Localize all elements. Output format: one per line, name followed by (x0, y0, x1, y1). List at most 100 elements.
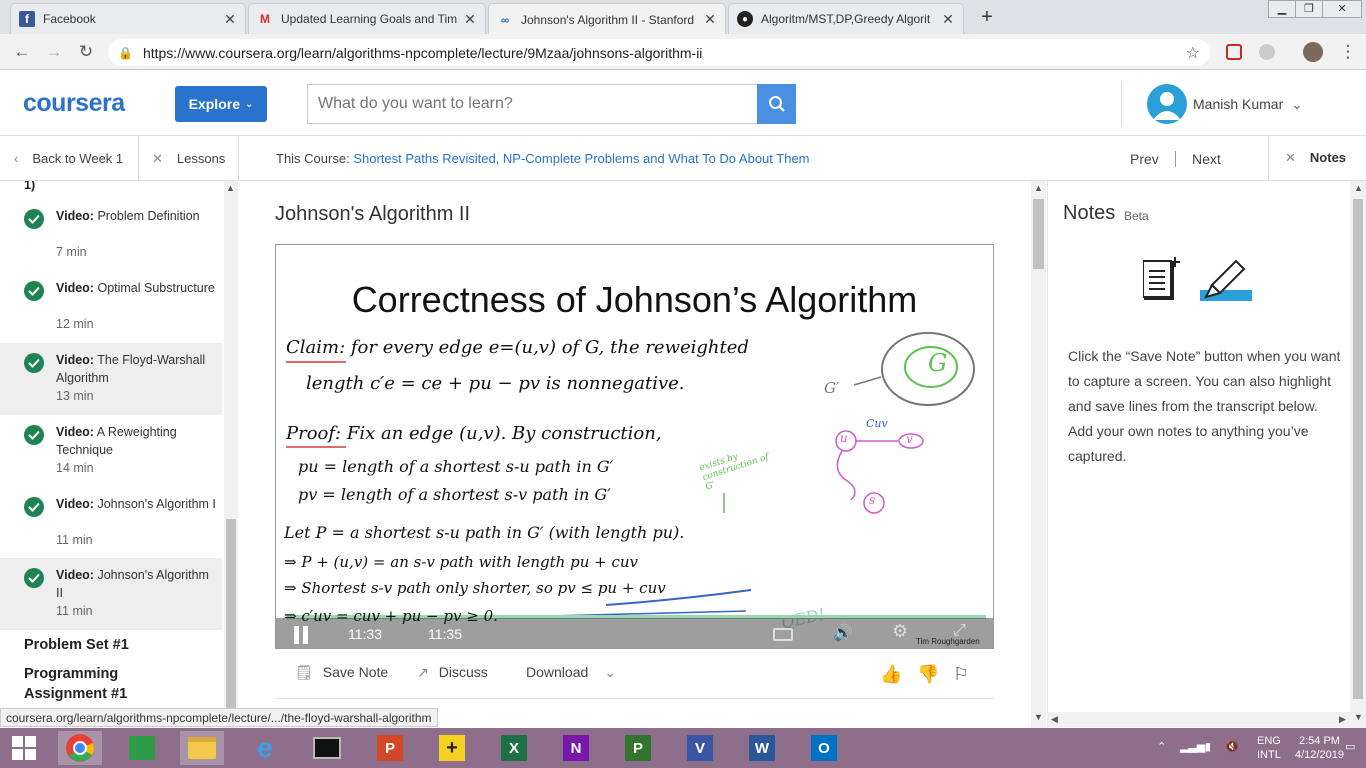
windows-start-icon[interactable] (2, 731, 46, 765)
lesson-item[interactable]: Video: Problem Definition 7 min (0, 199, 222, 271)
course-link[interactable]: Shortest Paths Revisited, NP-Complete Pr… (353, 151, 809, 166)
project-icon[interactable]: P (616, 731, 660, 765)
clock-time: 2:54 PM (1298, 735, 1340, 747)
address-bar[interactable]: 🔒 https://www.coursera.org/learn/algorit… (108, 39, 1210, 66)
reload-icon[interactable]: ↻ (74, 40, 98, 64)
thumbs-down-icon[interactable]: 👎 (917, 664, 939, 685)
scrollbar-thumb[interactable] (226, 519, 236, 719)
slide-node-v: v (906, 432, 913, 446)
internet-explorer-icon[interactable]: e (243, 731, 287, 765)
new-tab-button[interactable]: + (975, 6, 999, 30)
search-button[interactable] (757, 84, 796, 124)
notes-help-text: Click the “Save Note” button when you wa… (1068, 348, 1341, 464)
close-icon[interactable]: ✕ (703, 11, 717, 28)
lessons-toggle[interactable]: ✕ Lessons (152, 151, 225, 167)
lesson-item[interactable]: Video: A Reweighting Technique 14 min (0, 415, 222, 487)
section-problem-set[interactable]: Problem Set #1 (24, 635, 129, 655)
scrollbar-thumb[interactable] (1353, 199, 1363, 699)
scroll-up-arrow-icon[interactable]: ▲ (226, 183, 235, 193)
onenote-icon[interactable]: N (554, 731, 598, 765)
thumbs-up-icon[interactable]: 👍 (880, 664, 902, 685)
chrome-icon[interactable] (58, 731, 102, 765)
notifications-icon[interactable]: ▭ (1345, 740, 1355, 754)
prev-button[interactable]: Prev (1130, 151, 1159, 167)
discuss-button[interactable]: ↗ Discuss (417, 664, 488, 681)
discuss-label: Discuss (438, 664, 488, 680)
back-arrow-icon[interactable]: ← (10, 40, 34, 64)
extension-pocket-icon[interactable] (1226, 44, 1242, 60)
scroll-down-arrow-icon[interactable]: ▼ (1354, 712, 1363, 722)
main-scrollbar[interactable]: ▲ ▼ (1031, 181, 1046, 728)
scroll-right-arrow-icon[interactable]: ▶ (1339, 714, 1346, 725)
lesson-item[interactable]: Video: Optimal Substructure 12 min (0, 271, 222, 343)
profile-avatar-icon[interactable] (1303, 42, 1323, 62)
word-icon[interactable]: W (740, 731, 784, 765)
tray-chevron-up-icon[interactable]: ⌃ (1157, 740, 1166, 754)
tab-gmail[interactable]: M Updated Learning Goals and Tim ✕ (248, 3, 486, 34)
minimize-button[interactable]: ▁ (1268, 0, 1296, 18)
excel-icon[interactable]: X (492, 731, 536, 765)
scroll-up-arrow-icon[interactable]: ▲ (1354, 183, 1363, 193)
volume-icon[interactable]: 🔊 (833, 623, 853, 643)
store-icon[interactable] (120, 731, 164, 765)
language-indicator[interactable]: ENG INTL (1257, 734, 1281, 762)
section-programming-assignment[interactable]: Programming Assignment #1 (24, 664, 164, 704)
tab-coursera[interactable]: ∞ Johnson's Algorithm II - Stanford ✕ (488, 3, 726, 35)
settings-gear-icon[interactable]: ⚙ (892, 621, 908, 642)
scroll-left-arrow-icon[interactable]: ◀ (1051, 714, 1058, 725)
next-button[interactable]: Next (1192, 151, 1221, 167)
lesson-item-current[interactable]: Video: Johnson's Algorithm II 11 min (0, 558, 222, 630)
file-explorer-icon[interactable] (180, 731, 224, 765)
explore-button[interactable]: Explore ⌄ (175, 86, 267, 122)
download-dropdown[interactable]: Download ⌄ (526, 664, 616, 681)
notes-toggle[interactable]: ✕ Notes (1285, 150, 1346, 166)
battery-icon[interactable]: ▮ (1205, 740, 1211, 754)
save-note-button[interactable]: 🗒 Save Note (295, 664, 388, 681)
tab-facebook[interactable]: f Facebook ✕ (10, 3, 246, 34)
volume-muted-icon[interactable]: 🔇 (1225, 740, 1239, 754)
lesson-item[interactable]: Video: The Floyd-Warshall Algorithm 13 m… (0, 343, 222, 415)
scroll-up-arrow-icon[interactable]: ▲ (1034, 183, 1043, 193)
github-icon: ● (737, 11, 753, 27)
external-link-icon: ↗ (417, 664, 429, 680)
system-clock[interactable]: 2:54 PM 4/12/2019 (1295, 734, 1344, 762)
visio-icon[interactable]: V (678, 731, 722, 765)
close-window-button[interactable]: ✕ (1322, 0, 1362, 18)
powerpoint-icon[interactable]: P (368, 731, 412, 765)
flag-icon[interactable]: ⚐ (953, 664, 969, 685)
scrollbar-thumb[interactable] (1033, 199, 1044, 269)
network-signal-icon[interactable]: ▂▃▅ (1180, 740, 1205, 754)
status-url-bubble: coursera.org/learn/algorithms-npcomplete… (0, 708, 438, 727)
lesson-duration: 14 min (56, 461, 94, 475)
restore-button[interactable]: ❐ (1295, 0, 1323, 18)
menu-dots-icon[interactable]: ⋮ (1336, 40, 1360, 64)
coursera-logo[interactable]: coursera (23, 89, 125, 118)
user-avatar[interactable] (1147, 84, 1187, 124)
bookmark-star-icon[interactable]: ☆ (1186, 43, 1200, 63)
captions-icon[interactable] (773, 628, 793, 641)
checkmark-icon (24, 209, 44, 229)
lesson-item[interactable]: Video: Johnson's Algorithm I 11 min (0, 487, 222, 559)
close-icon[interactable]: ✕ (941, 11, 955, 28)
user-menu[interactable]: Manish Kumar ⌄ (1193, 96, 1303, 113)
lesson-title: Video: Johnson's Algorithm I (56, 495, 216, 513)
app-plus-icon[interactable]: + (430, 731, 474, 765)
close-icon[interactable]: ✕ (223, 11, 237, 28)
divider (1175, 151, 1176, 167)
outlook-icon[interactable]: O (802, 731, 846, 765)
search-input[interactable] (307, 84, 758, 124)
command-prompt-icon[interactable] (305, 731, 349, 765)
video-player[interactable]: Correctness of Johnson’s Algorithm Claim… (275, 244, 994, 649)
notes-scrollbar[interactable]: ▲ ▼ (1350, 181, 1366, 728)
beta-badge: Beta (1124, 209, 1149, 223)
tab-github[interactable]: ● Algoritm/MST,DP,Greedy Algorit ✕ (728, 3, 964, 34)
user-name: Manish Kumar (1193, 96, 1284, 112)
forward-arrow-icon[interactable]: → (42, 40, 66, 64)
pause-icon[interactable] (292, 626, 312, 644)
scroll-down-arrow-icon[interactable]: ▼ (1034, 712, 1043, 722)
extension-circle-icon[interactable] (1259, 44, 1275, 60)
horizontal-scrollbar[interactable]: ◀ ▶ (1047, 712, 1350, 727)
back-to-week-link[interactable]: ‹ Back to Week 1 (14, 151, 123, 166)
close-icon[interactable]: ✕ (463, 11, 477, 28)
sidebar-scrollbar[interactable]: ▲ (224, 181, 238, 728)
